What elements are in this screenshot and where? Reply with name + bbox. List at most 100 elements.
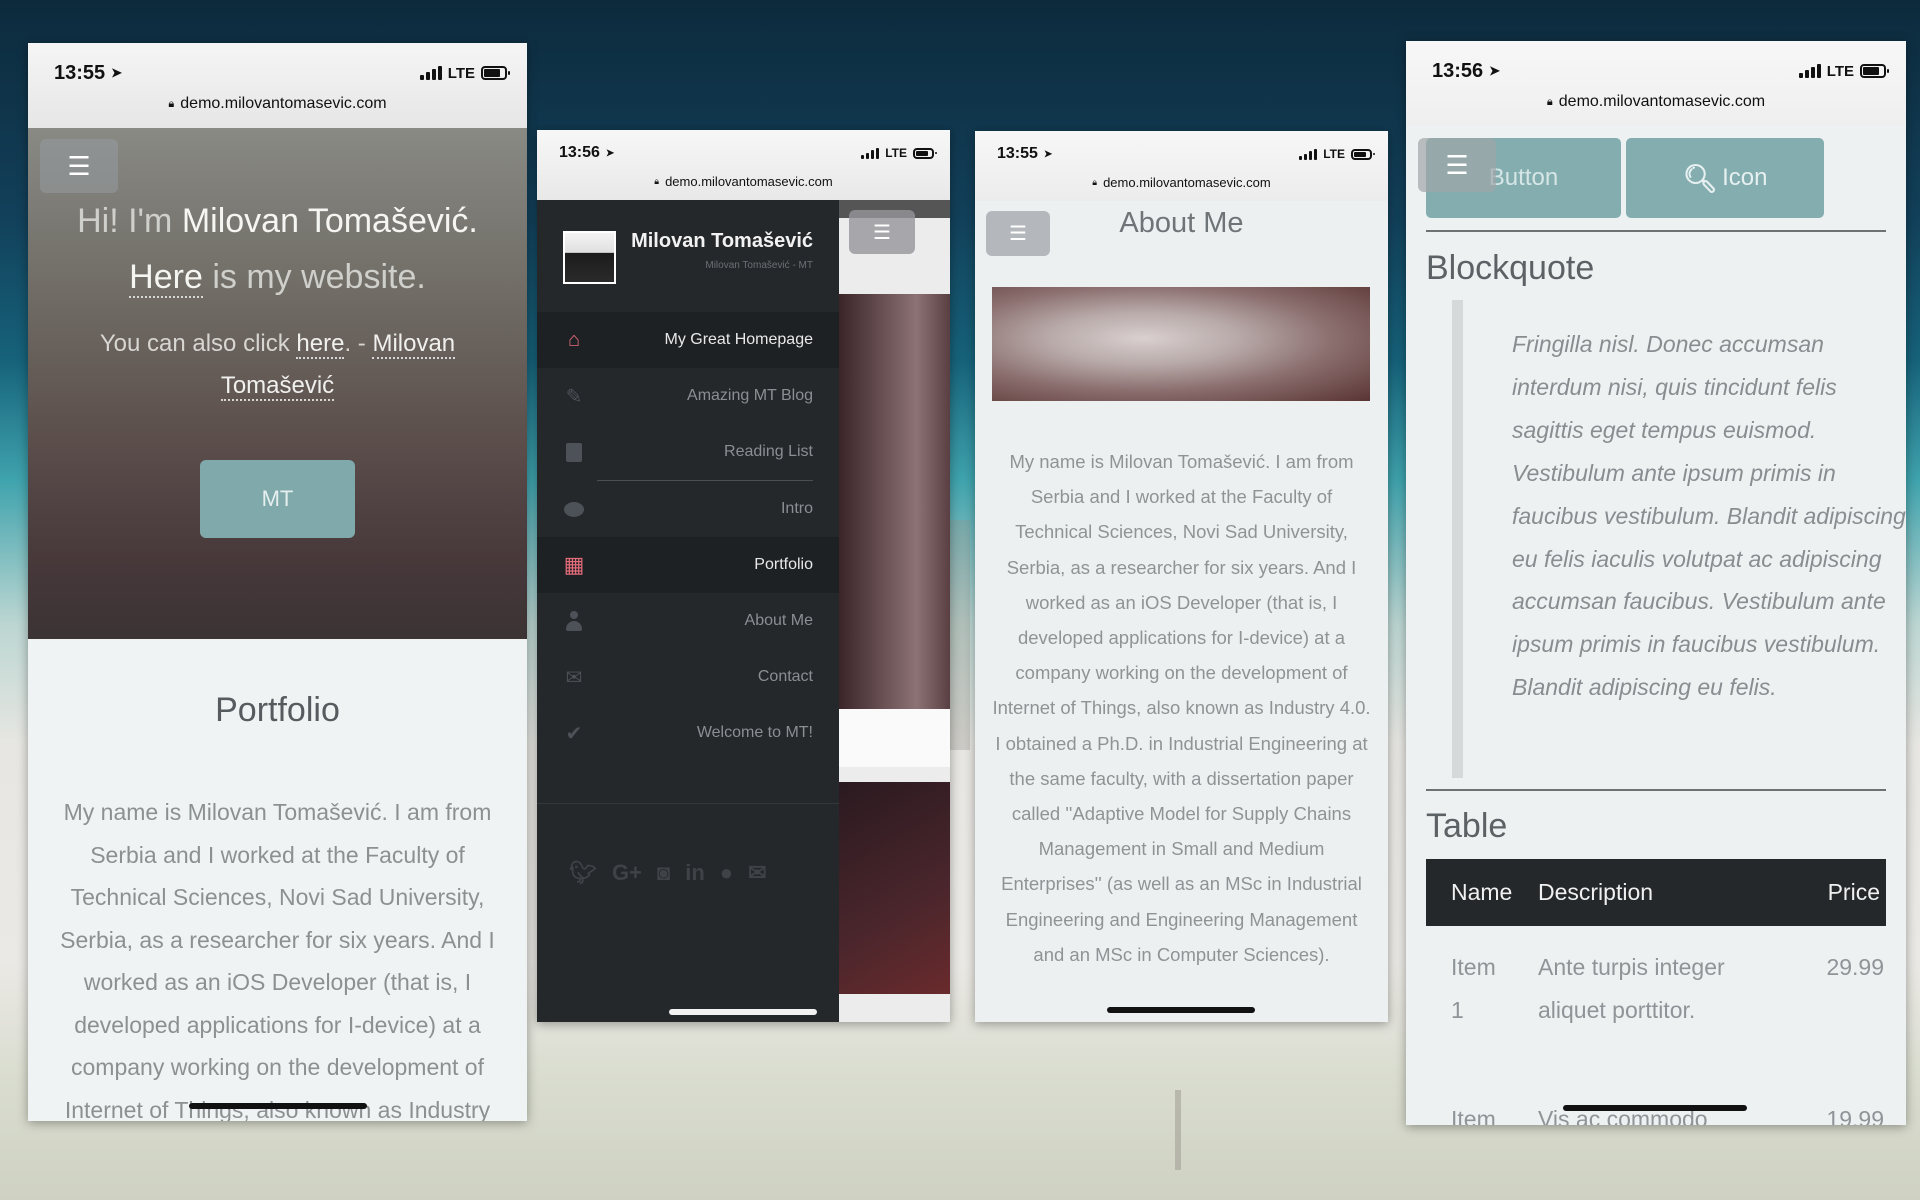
status-indicators: LTE — [419, 64, 510, 82]
network-label: LTE — [447, 64, 475, 82]
subtitle-here-link[interactable]: here — [296, 330, 345, 359]
location-arrow-icon: ➤ — [111, 65, 123, 80]
drawer-item-reading-list[interactable]: Reading List — [537, 424, 839, 480]
drawer-name: Milovan Tomašević — [631, 230, 813, 252]
time-text: 13:56 — [1432, 59, 1484, 82]
page-behind-drawer — [839, 200, 950, 1022]
portfolio-heading: Portfolio — [215, 691, 340, 729]
menu-toggle-button[interactable]: ☰ — [849, 210, 915, 254]
drawer-item-blog[interactable]: ✎ Amazing MT Blog — [537, 368, 839, 424]
address-bar[interactable]: 🔒︎ demo.milovantomasevic.com — [537, 174, 950, 189]
status-indicators: LTE — [861, 146, 937, 160]
table-row: Item 1 Ante turpis integer aliquet portt… — [1426, 926, 1886, 1078]
hamburger-icon: ☰ — [1445, 149, 1469, 180]
drawer-item-welcome[interactable]: ✔ Welcome to MT! — [537, 705, 839, 761]
lock-icon: 🔒︎ — [654, 176, 660, 186]
home-indicator — [669, 1009, 817, 1015]
drawer-subtitle: Milovan Tomašević - MT — [705, 260, 813, 271]
drawer-item-label: Portfolio — [754, 556, 813, 573]
address-bar[interactable]: 🔒︎ demo.milovantomasevic.com — [28, 95, 527, 113]
table-cell-price: 29.99 — [1826, 954, 1884, 980]
drawer-item-label: My Great Homepage — [664, 331, 813, 348]
table-cell-description: Vis ac commodo — [1538, 1106, 1708, 1125]
location-arrow-icon: ➤ — [1489, 63, 1501, 78]
portfolio-body-text: My name is Milovan Tomašević. I am from … — [60, 799, 495, 1121]
section-divider — [1426, 230, 1886, 232]
check-icon: ✔ — [565, 722, 583, 745]
hamburger-icon: ☰ — [67, 150, 91, 181]
pencil-icon: ✎ — [565, 385, 583, 408]
battery-icon — [913, 147, 937, 159]
drawer-item-contact[interactable]: ✉ Contact — [537, 649, 839, 705]
drawer-item-portfolio[interactable]: ▦ Portfolio — [537, 537, 839, 593]
url-text: demo.milovantomasevic.com — [1558, 93, 1766, 110]
book-icon — [563, 441, 585, 463]
table-cell-name: Item — [1451, 1106, 1496, 1125]
envelope-icon: ✉ — [565, 666, 583, 689]
time-text: 13:56 — [559, 144, 600, 161]
status-time: 13:56 ➤ — [1432, 60, 1500, 83]
menu-toggle-button[interactable]: ☰ — [40, 139, 118, 193]
drawer-item-homepage[interactable]: ⌂ My Great Homepage — [537, 312, 839, 368]
home-indicator — [1563, 1105, 1747, 1111]
hero-here-link[interactable]: Here — [129, 258, 203, 298]
page-card-white — [839, 709, 950, 767]
navigation-drawer: Milovan Tomašević Milovan Tomašević - MT… — [537, 200, 839, 1022]
github-icon[interactable]: ● — [720, 860, 733, 886]
battery-icon — [1860, 64, 1889, 78]
network-label: LTE — [1323, 147, 1345, 161]
location-arrow-icon: ➤ — [605, 147, 615, 159]
network-label: LTE — [885, 146, 907, 160]
about-heading: About Me — [1119, 207, 1244, 239]
address-bar[interactable]: 🔒︎ demo.milovantomasevic.com — [975, 175, 1388, 190]
lock-icon: 🔒︎ — [1092, 177, 1098, 187]
drawer-item-label: Contact — [757, 668, 813, 685]
pier-structure — [950, 520, 970, 750]
location-arrow-icon: ➤ — [1043, 148, 1053, 160]
sample-button-label: Button — [1488, 164, 1559, 191]
home-icon: ⌂ — [567, 328, 581, 351]
phone-screenshot-about: 13:55 ➤ LTE 🔒︎ demo.milovantomasevic.com … — [975, 131, 1388, 1022]
drawer-item-intro[interactable]: Intro — [537, 481, 839, 537]
twitter-icon[interactable]: 🐦︎ — [569, 860, 597, 886]
table-cell-price: 19.99 — [1826, 1106, 1884, 1125]
phone-screenshot-home: 13:55 ➤ LTE 🔒︎ demo.milovantomasevic.com … — [28, 43, 527, 1121]
data-table: Name Description Price Item 1 Ante turpi… — [1426, 859, 1886, 1125]
google-plus-icon[interactable]: G+ — [612, 860, 642, 886]
drawer-item-label: Intro — [780, 500, 813, 517]
hero-title: Hi! I'm Milovan Tomašević. Here is my we… — [28, 193, 527, 305]
blockquote-text: Fringilla nisl. Donec accumsan interdum … — [1512, 331, 1906, 701]
signal-icon — [419, 66, 442, 80]
drawer-item-label: Welcome to MT! — [696, 724, 813, 741]
table-header-price: Price — [1827, 879, 1880, 905]
mt-button[interactable]: MT — [200, 460, 355, 538]
hero-tagline: is my website. — [202, 258, 426, 296]
phone-screenshot-elements: 13:56 ➤ LTE 🔒︎ demo.milovantomasevic.com … — [1406, 41, 1906, 1125]
instagram-icon[interactable]: ◙ — [657, 860, 670, 886]
url-text: demo.milovantomasevic.com — [665, 174, 833, 189]
status-time: 13:55 ➤ — [997, 145, 1052, 163]
envelope-icon[interactable]: ✉ — [748, 860, 766, 886]
about-body-text: My name is Milovan Tomašević. I am from … — [992, 451, 1371, 965]
home-indicator — [1107, 1007, 1255, 1013]
about-banner-image — [992, 287, 1370, 401]
section-divider — [1426, 789, 1886, 791]
status-bar: 13:56 ➤ LTE — [537, 130, 950, 176]
lock-icon: 🔒︎ — [1546, 95, 1553, 108]
signal-icon — [861, 147, 880, 159]
address-bar[interactable]: 🔒︎ demo.milovantomasevic.com — [1406, 93, 1906, 111]
table-cell-name: Item 1 — [1451, 954, 1496, 1023]
status-bar: 13:56 ➤ LTE — [1406, 41, 1906, 101]
menu-toggle-button[interactable]: ☰ — [1418, 138, 1496, 192]
icon-button-label: Icon — [1722, 164, 1768, 191]
lock-icon: 🔒︎ — [168, 97, 175, 110]
table-header-row: Name Description Price — [1426, 859, 1886, 926]
hamburger-icon: ☰ — [873, 221, 891, 244]
linkedin-icon[interactable]: in — [685, 860, 705, 886]
drawer-item-about[interactable]: About Me — [537, 593, 839, 649]
page-image-2 — [839, 782, 950, 994]
url-text: demo.milovantomasevic.com — [180, 95, 387, 112]
phone-screenshot-drawer: 13:56 ➤ LTE 🔒︎ demo.milovantomasevic.com … — [537, 130, 950, 1022]
icon-button[interactable]: 🔍︎ Icon — [1626, 138, 1824, 218]
status-indicators: LTE — [1798, 63, 1889, 80]
